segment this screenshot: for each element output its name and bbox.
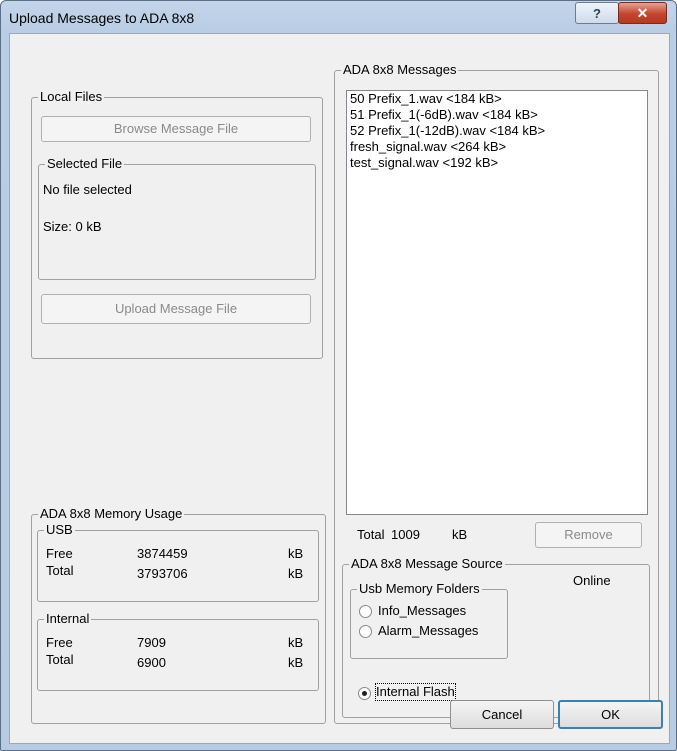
list-item[interactable]: 51 Prefix_1(-6dB).wav <184 kB> xyxy=(347,107,647,123)
usb-total-label: Total xyxy=(46,563,74,578)
usb-memory-folders-group: Usb Memory Folders Info_Messages Alarm_M… xyxy=(350,581,508,659)
upload-message-file-button[interactable]: Upload Message File xyxy=(41,294,311,324)
dialog-client-area: Local Files Browse Message File Selected… xyxy=(9,33,670,744)
usb-free-label: Free xyxy=(46,546,73,561)
info-messages-label[interactable]: Info_Messages xyxy=(378,603,466,619)
total-label: Total xyxy=(357,527,385,542)
help-button[interactable]: ? xyxy=(575,2,619,24)
local-files-group: Local Files Browse Message File Selected… xyxy=(31,89,323,359)
internal-memory-title: Internal xyxy=(44,611,92,627)
list-item[interactable]: fresh_signal.wav <264 kB> xyxy=(347,139,647,155)
internal-flash-label[interactable]: Internal Flash xyxy=(375,683,456,701)
remove-button[interactable]: Remove xyxy=(535,522,642,548)
local-files-title: Local Files xyxy=(38,89,105,105)
connection-status: Online xyxy=(573,573,611,588)
memory-usage-title: ADA 8x8 Memory Usage xyxy=(38,506,185,522)
usb-free-unit: kB xyxy=(288,546,304,561)
info-messages-radio[interactable] xyxy=(359,605,372,618)
messages-title: ADA 8x8 Messages xyxy=(341,62,459,78)
internal-memory-group: Internal Free 7909 kB Total 6900 kB xyxy=(37,611,319,691)
selected-file-title: Selected File xyxy=(45,156,125,172)
usb-free-value: 3874459 xyxy=(137,546,188,561)
internal-total-label: Total xyxy=(46,652,74,667)
dialog-window: Upload Messages to ADA 8x8 ? ✕ Local Fil… xyxy=(0,0,677,751)
total-unit: kB xyxy=(452,527,468,542)
ok-button[interactable]: OK xyxy=(558,700,663,729)
browse-message-file-button[interactable]: Browse Message File xyxy=(41,116,311,142)
total-value: 1009 xyxy=(391,527,420,542)
internal-total-value: 6900 xyxy=(137,655,166,670)
cancel-button[interactable]: Cancel xyxy=(450,700,554,729)
close-button[interactable]: ✕ xyxy=(618,2,667,24)
list-item[interactable]: 50 Prefix_1.wav <184 kB> xyxy=(347,91,647,107)
selected-file-size: Size: 0 kB xyxy=(43,219,102,234)
messages-listbox[interactable]: 50 Prefix_1.wav <184 kB> 51 Prefix_1(-6d… xyxy=(346,90,648,515)
message-source-group: ADA 8x8 Message Source Online Usb Memory… xyxy=(342,556,650,718)
internal-free-label: Free xyxy=(46,635,73,650)
usb-total-value: 3793706 xyxy=(137,566,188,581)
close-icon: ✕ xyxy=(636,4,649,21)
remove-label: Remove xyxy=(564,527,613,542)
title-bar[interactable]: Upload Messages to ADA 8x8 ? ✕ xyxy=(1,1,676,33)
usb-memory-folders-title: Usb Memory Folders xyxy=(357,581,482,597)
help-icon: ? xyxy=(593,5,601,21)
list-item[interactable]: 52 Prefix_1(-12dB).wav <184 kB> xyxy=(347,123,647,139)
usb-total-unit: kB xyxy=(288,566,304,581)
selected-file-group: Selected File No file selected Size: 0 k… xyxy=(38,156,316,280)
alarm-messages-radio[interactable] xyxy=(359,625,372,638)
alarm-messages-label[interactable]: Alarm_Messages xyxy=(378,623,478,639)
internal-free-value: 7909 xyxy=(137,635,166,650)
usb-memory-group: USB Free 3874459 kB Total 3793706 kB xyxy=(37,522,319,602)
upload-message-file-label: Upload Message File xyxy=(114,301,238,316)
list-item[interactable]: test_signal.wav <192 kB> xyxy=(347,155,647,171)
internal-total-unit: kB xyxy=(288,655,304,670)
radio-selected-dot xyxy=(362,691,367,696)
window-title: Upload Messages to ADA 8x8 xyxy=(9,10,195,26)
memory-usage-group: ADA 8x8 Memory Usage USB Free 3874459 kB… xyxy=(31,506,326,724)
selected-file-name: No file selected xyxy=(43,182,132,197)
message-source-title: ADA 8x8 Message Source xyxy=(349,556,505,572)
usb-memory-title: USB xyxy=(44,522,75,538)
internal-flash-radio[interactable] xyxy=(358,687,371,700)
internal-free-unit: kB xyxy=(288,635,304,650)
